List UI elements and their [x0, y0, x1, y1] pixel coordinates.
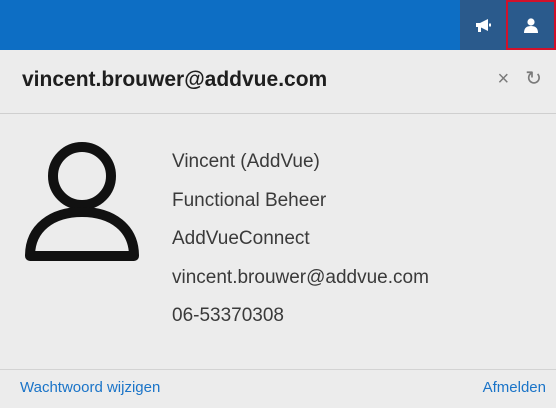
user-outline-icon	[25, 142, 139, 261]
user-email: vincent.brouwer@addvue.com	[172, 266, 429, 288]
close-icon[interactable]: ×	[498, 68, 510, 90]
logout-link[interactable]: Afmelden	[483, 379, 546, 396]
footer-divider	[0, 369, 556, 370]
topbar-actions	[460, 0, 556, 50]
header-actions: × ↻	[498, 68, 542, 90]
user-menu-button[interactable]	[506, 0, 556, 50]
user-phone: 06-53370308	[172, 305, 284, 326]
user-panel: vincent.brouwer@addvue.com × ↻ Vincent (…	[0, 50, 556, 408]
megaphone-icon	[476, 19, 491, 32]
panel-header: vincent.brouwer@addvue.com × ↻	[0, 50, 556, 114]
user-icon	[524, 18, 538, 33]
user-role: Functional Beheer	[172, 189, 327, 211]
announcements-button[interactable]	[460, 0, 506, 50]
panel-title: vincent.brouwer@addvue.com	[22, 68, 328, 91]
user-company: AddVueConnect	[172, 228, 310, 249]
user-info: Vincent (AddVue) Functional Beheer AddVu…	[172, 143, 429, 336]
refresh-icon[interactable]: ↻	[525, 68, 542, 90]
user-name: Vincent (AddVue)	[172, 151, 320, 172]
top-bar	[0, 0, 556, 50]
change-password-link[interactable]: Wachtwoord wijzigen	[20, 379, 160, 396]
